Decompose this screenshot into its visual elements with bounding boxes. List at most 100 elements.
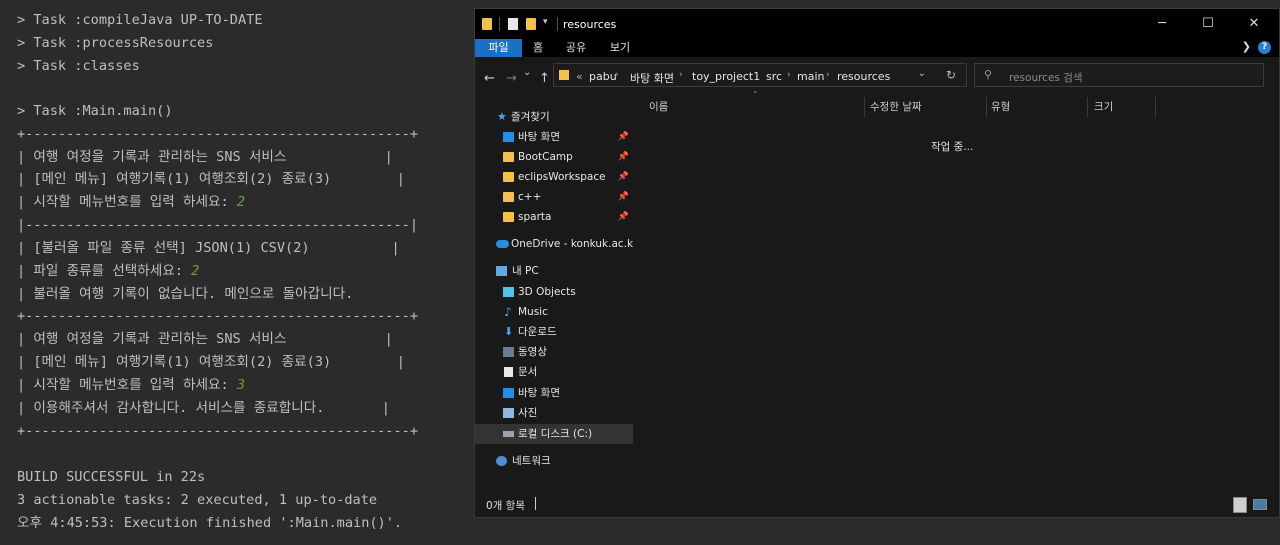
column-divider[interactable]	[864, 97, 865, 117]
properties-icon[interactable]	[508, 18, 518, 30]
network-icon	[496, 456, 507, 466]
video-icon	[503, 347, 514, 357]
terminal-line: +---------------------------------------…	[17, 423, 419, 439]
nav-item-label: 내 PC	[512, 265, 539, 277]
download-icon: ⬇	[504, 325, 514, 338]
breadcrumb-item[interactable]: 바탕 화면	[630, 70, 674, 86]
details-view-button[interactable]	[1233, 497, 1247, 513]
terminal-line: | [메인 메뉴] 여행기록(1) 여행조회(2) 종료(3) |	[17, 171, 405, 187]
nav-item-documents[interactable]: 문서	[475, 362, 633, 382]
nav-item-quick-access[interactable]: ★ 즐겨찾기	[475, 107, 633, 127]
nav-item-3d-objects[interactable]: 3D Objects	[475, 282, 633, 302]
forward-button[interactable]: →	[506, 71, 517, 86]
terminal-line: 3 actionable tasks: 2 executed, 1 up-to-…	[17, 492, 378, 508]
nav-item-desktop-pc[interactable]: 바탕 화면	[475, 383, 633, 403]
nav-item-downloads[interactable]: ⬇ 다운로드	[475, 322, 633, 342]
navigation-pane: ★ 즐겨찾기 바탕 화면 📌 BootCamp 📌 eclipsWorkspac…	[475, 97, 637, 494]
tab-view[interactable]: 보기	[605, 39, 635, 57]
divider	[557, 17, 558, 31]
up-button[interactable]: ↑	[539, 71, 550, 86]
terminal-line: +---------------------------------------…	[17, 308, 419, 324]
file-list-pane[interactable]: ˄ 이름 수정한 날짜 유형 크기 작업 중...	[633, 91, 1279, 494]
breadcrumb-item[interactable]: src	[766, 70, 782, 83]
user-input: 3	[236, 377, 246, 393]
new-folder-icon[interactable]	[526, 18, 536, 30]
chevron-right-icon[interactable]: ›	[679, 70, 683, 80]
ribbon-expand-icon[interactable]: ❯	[1242, 40, 1251, 53]
nav-item-label: c++	[518, 191, 542, 203]
nav-item-label: 바탕 화면	[518, 387, 560, 399]
column-header-name[interactable]: 이름	[649, 97, 863, 117]
help-icon[interactable]: ?	[1258, 41, 1271, 54]
search-box[interactable]: ⚲ resources 검색	[974, 63, 1264, 87]
column-divider[interactable]	[1155, 97, 1156, 117]
folder-icon	[503, 192, 514, 202]
close-button[interactable]: ✕	[1231, 13, 1277, 35]
terminal-line: +---------------------------------------…	[17, 126, 419, 142]
breadcrumb-overflow[interactable]: «	[576, 70, 583, 83]
nav-item-sparta[interactable]: sparta 📌	[475, 207, 633, 227]
cloud-icon	[496, 240, 509, 248]
nav-item-cpp[interactable]: c++ 📌	[475, 187, 633, 207]
terminal-line: | 시작할 메뉴번호를 입력 하세요: 2	[17, 193, 245, 211]
terminal-line: > Task :Main.main()	[17, 103, 173, 119]
nav-item-network[interactable]: 네트워크	[475, 451, 633, 471]
nav-item-this-pc[interactable]: 내 PC	[475, 261, 633, 281]
maximize-button[interactable]: ☐	[1185, 13, 1231, 35]
prompt-text: | 시작할 메뉴번호를 입력 하세요:	[17, 377, 237, 393]
refresh-icon[interactable]: ↻	[946, 68, 956, 82]
nav-item-label: OneDrive - konkuk.ac.kr	[511, 238, 638, 250]
breadcrumb-item-current[interactable]: resources	[837, 70, 890, 83]
terminal-line: | 여행 여정을 기록과 관리하는 SNS 서비스 |	[17, 149, 393, 165]
chevron-down-icon[interactable]: ▾	[543, 17, 548, 27]
column-header-date-modified[interactable]: 수정한 날짜	[870, 97, 985, 117]
terminal-output: > Task :compileJava UP-TO-DATE > Task :p…	[0, 0, 474, 545]
breadcrumb-item[interactable]: pabu	[589, 70, 617, 83]
tab-file[interactable]: 파일	[475, 39, 522, 57]
terminal-line: | [메인 메뉴] 여행기록(1) 여행조회(2) 종료(3) |	[17, 354, 405, 370]
breadcrumb-item[interactable]: main	[797, 70, 824, 83]
title-bar: ▾ resources ─ ☐ ✕	[475, 9, 1279, 39]
chevron-right-icon[interactable]: ›	[755, 70, 759, 80]
chevron-down-icon[interactable]: ⌄	[918, 68, 926, 79]
divider	[535, 497, 536, 510]
column-header-size[interactable]: 크기	[1094, 97, 1154, 117]
folder-icon	[482, 18, 492, 30]
nav-item-pictures[interactable]: 사진	[475, 403, 633, 423]
nav-item-label: 사진	[518, 407, 538, 419]
tab-home[interactable]: 홈	[527, 39, 549, 57]
pin-icon: 📌	[617, 192, 629, 202]
large-icons-view-button[interactable]	[1253, 499, 1267, 510]
terminal-line: | 불러올 여행 기록이 없습니다. 메인으로 돌아갑니다.	[17, 286, 354, 302]
address-bar[interactable]: « pabu › 바탕 화면 › toy_project1 › src › ma…	[553, 63, 967, 87]
nav-item-eclipsworkspace[interactable]: eclipsWorkspace 📌	[475, 167, 633, 187]
nav-item-label: 다운로드	[518, 326, 557, 338]
drive-icon	[503, 431, 514, 437]
nav-item-local-disk[interactable]: 로컬 디스크 (C:)	[475, 424, 633, 444]
nav-item-onedrive[interactable]: OneDrive - konkuk.ac.kr	[475, 234, 637, 254]
pin-icon: 📌	[617, 172, 629, 182]
terminal-line: BUILD SUCCESSFUL in 22s	[17, 469, 206, 485]
recent-dropdown-button[interactable]: ⌄	[523, 67, 531, 78]
chevron-right-icon[interactable]: ›	[787, 70, 791, 80]
chevron-right-icon[interactable]: ›	[826, 70, 830, 80]
user-input: 2	[191, 263, 200, 279]
status-bar: 0개 항목	[475, 493, 1279, 517]
nav-item-videos[interactable]: 동영상	[475, 342, 633, 362]
folder-icon	[503, 212, 514, 222]
terminal-line: |---------------------------------------…	[17, 217, 419, 233]
nav-item-music[interactable]: ♪ Music	[475, 302, 633, 322]
minimize-button[interactable]: ─	[1139, 13, 1185, 35]
nav-item-bootcamp[interactable]: BootCamp 📌	[475, 147, 633, 167]
music-icon: ♪	[504, 305, 512, 319]
item-count: 0개 항목	[486, 500, 525, 512]
breadcrumb-item[interactable]: toy_project1	[692, 70, 760, 83]
tab-share[interactable]: 공유	[561, 39, 591, 57]
nav-item-desktop[interactable]: 바탕 화면 📌	[475, 127, 633, 147]
column-divider[interactable]	[1087, 97, 1088, 117]
column-header-type[interactable]: 유형	[991, 97, 1086, 117]
terminal-line: 오후 4:45:53: Execution finished ':Main.ma…	[17, 515, 403, 531]
chevron-right-icon[interactable]: ›	[615, 70, 619, 80]
column-divider[interactable]	[986, 97, 987, 117]
back-button[interactable]: ←	[484, 71, 495, 86]
